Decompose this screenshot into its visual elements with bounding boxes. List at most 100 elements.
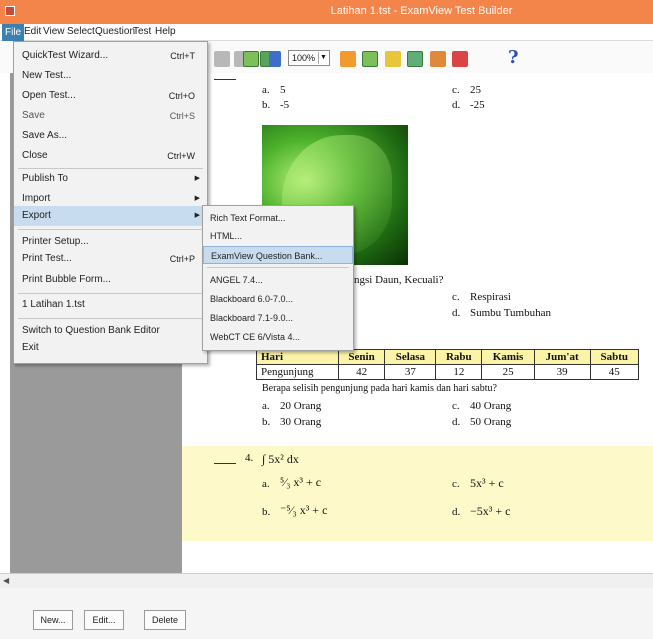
chart-icon[interactable] [452, 51, 468, 67]
menu-item-recent-file[interactable]: 1 Latihan 1.tst [14, 295, 207, 315]
menu-item-label: Open Test... [22, 90, 76, 101]
export-rtf[interactable]: Rich Text Format... [203, 209, 353, 227]
export-question-bank[interactable]: ExamView Question Bank... [203, 246, 353, 264]
export-blackboard-7[interactable]: Blackboard 7.1-9.0... [203, 309, 353, 327]
menu-item-label: Save As... [22, 130, 68, 141]
answer-blank [214, 463, 236, 464]
layout-icon[interactable] [243, 51, 259, 67]
table-cell: 39 [533, 364, 591, 380]
menu-item-label: QuickTest Wizard... [22, 50, 109, 61]
export-angel[interactable]: ANGEL 7.4... [203, 271, 353, 289]
export-webct[interactable]: WebCT CE 6/Vista 4... [203, 328, 353, 346]
menu-separator [18, 293, 203, 294]
table-cell: 25 [481, 364, 535, 380]
page-icon[interactable] [269, 51, 281, 67]
menu-item-save[interactable]: Save Ctrl+S [14, 106, 207, 126]
menu-bar: File Edit View Select Question Test Help [0, 24, 653, 41]
table-header-cell: Selasa [384, 349, 437, 365]
q1-choice-b: -5 [280, 99, 290, 111]
pencil-icon[interactable] [385, 51, 401, 67]
menu-item-label: Export [22, 210, 51, 221]
table-cell: 45 [589, 364, 639, 380]
menu-item-quicktest-wizard[interactable]: QuickTest Wizard... Ctrl+T [14, 46, 207, 66]
q3-choice-a: 20 Orang [280, 400, 322, 412]
menu-item-open-test[interactable]: Open Test... Ctrl+O [14, 86, 207, 106]
q1-choice-d: -25 [470, 99, 485, 111]
menu-item-publish-to[interactable]: Publish To ▶ [14, 169, 207, 189]
export-html[interactable]: HTML... [203, 227, 353, 245]
left-margin [0, 73, 10, 573]
tools-icon[interactable] [430, 51, 446, 67]
menu-help[interactable]: Help [152, 26, 179, 37]
q2-stem: ngsi Daun, Kecuali? [354, 274, 444, 286]
horizontal-scrollbar[interactable]: ◀ [0, 573, 653, 588]
q2-choice-c: Respirasi [470, 291, 511, 303]
q4-number: 4. [245, 452, 254, 464]
list-icon[interactable] [362, 51, 378, 67]
table-cell: 12 [435, 364, 483, 380]
menu-item-close[interactable]: Close Ctrl+W [14, 146, 207, 166]
table-cell: 37 [384, 364, 437, 380]
table-cell: 42 [337, 364, 386, 380]
export-blackboard-6[interactable]: Blackboard 6.0-7.0... [203, 290, 353, 308]
menu-item-shortcut: Ctrl+T [170, 51, 195, 61]
q1-choice-a-letter: a. [262, 84, 270, 96]
title-bar: Latihan 1.tst - ExamView Test Builder [0, 0, 653, 24]
menu-item-shortcut: Ctrl+O [168, 91, 195, 101]
menu-item-print-test[interactable]: Print Test... Ctrl+P [14, 249, 207, 269]
q2-choice-d-letter: d. [452, 307, 461, 319]
window-title: Latihan 1.tst - ExamView Test Builder [330, 5, 513, 17]
answer-blank [214, 79, 236, 80]
q3-choice-a-letter: a. [262, 400, 270, 412]
menu-separator [207, 267, 349, 268]
q3-choice-b: 30 Orang [280, 416, 322, 428]
chevron-right-icon: ▶ [194, 175, 200, 182]
bank-icon[interactable] [407, 51, 423, 67]
table-header-cell: Jum'at [533, 349, 591, 365]
scroll-left-icon[interactable]: ◀ [3, 576, 13, 586]
menu-separator [18, 229, 203, 230]
zoom-select[interactable]: 100% ▼ [288, 50, 330, 66]
menu-item-export[interactable]: Export ▶ [14, 206, 207, 226]
table-header-row: Hari Senin Selasa Rabu Kamis Jum'at Sabt… [256, 349, 639, 365]
table-row: Pengunjung 42 37 12 25 39 45 [256, 364, 639, 380]
q1-choice-c: 25 [470, 84, 481, 96]
zoom-value: 100% [292, 53, 316, 63]
q4-choice-c-letter: c. [452, 478, 460, 490]
menu-separator [18, 318, 203, 319]
chevron-right-icon: ▶ [194, 212, 200, 219]
q1-choice-b-letter: b. [262, 99, 271, 111]
menu-item-label: Exit [22, 342, 39, 353]
q2-choice-c-letter: c. [452, 291, 460, 303]
q3-stem: Berapa selisih pengunjung pada hari kami… [262, 383, 497, 394]
q2-choice-d: Sumbu Tumbuhan [470, 307, 551, 319]
menu-item-save-as[interactable]: Save As... [14, 126, 207, 146]
help-icon[interactable]: ? [508, 47, 519, 68]
wizard-icon[interactable] [340, 51, 356, 67]
q3-choice-d-letter: d. [452, 416, 461, 428]
q3-choice-c-letter: c. [452, 400, 460, 412]
menu-item-label: Close [22, 150, 48, 161]
table-header-cell: Kamis [481, 349, 535, 365]
new-button[interactable]: New... [33, 610, 73, 630]
menu-item-shortcut: Ctrl+S [169, 111, 195, 121]
chevron-down-icon: ▼ [318, 52, 328, 64]
menu-item-exit[interactable]: Exit [14, 338, 207, 358]
menu-item-label: 1 Latihan 1.tst [22, 299, 85, 310]
menu-item-new-test[interactable]: New Test... [14, 66, 207, 86]
menu-item-label: Print Test... [22, 253, 72, 264]
delete-button[interactable]: Delete [144, 610, 186, 630]
menu-item-label: Save [22, 110, 45, 121]
edit-button[interactable]: Edit... [84, 610, 124, 630]
visitor-table: Hari Senin Selasa Rabu Kamis Jum'at Sabt… [256, 349, 639, 380]
q4-stem: ∫ 5x² dx [262, 452, 299, 466]
save-icon[interactable] [214, 51, 230, 67]
menu-item-print-bubble-form[interactable]: Print Bubble Form... [14, 270, 207, 290]
table-header-cell: Rabu [435, 349, 483, 365]
menu-test[interactable]: Test [130, 26, 154, 37]
table-header-cell: Hari [256, 349, 339, 365]
q4-choice-b-letter: b. [262, 506, 271, 518]
table-header-cell: Sabtu [589, 349, 639, 365]
bottom-bar: New... Edit... Delete [0, 588, 653, 639]
menu-item-label: New Test... [22, 70, 72, 81]
